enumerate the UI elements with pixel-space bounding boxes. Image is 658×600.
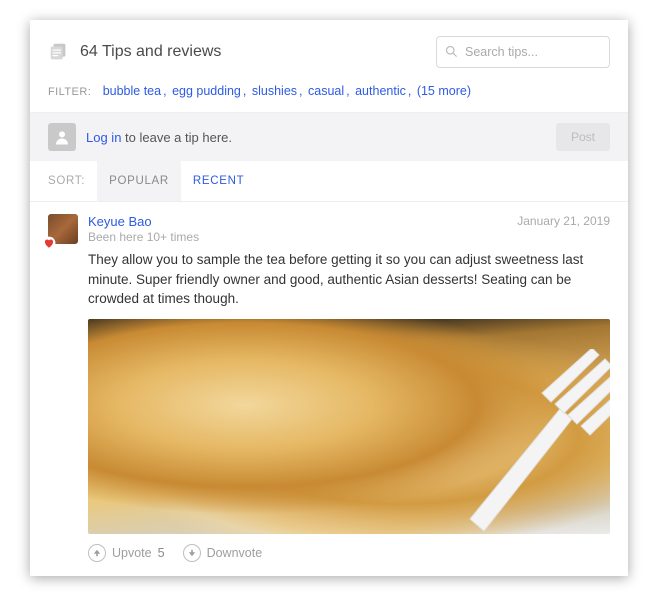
filter-link[interactable]: egg pudding [172,84,241,98]
tip-subtitle: Been here 10+ times [88,230,507,244]
sort-bar: SORT: POPULAR RECENT [30,161,628,202]
tips-panel: 64 Tips and reviews FILTER: bubble tea, … [30,20,628,576]
tip-header: Keyue Bao Been here 10+ times January 21… [48,214,610,244]
panel-header: 64 Tips and reviews [30,20,628,80]
upvote-count: 5 [158,546,165,560]
filter-label: FILTER: [48,86,91,98]
filter-link[interactable]: casual [308,84,344,98]
user-avatar-placeholder [48,123,76,151]
downvote-button[interactable]: Downvote [183,544,263,562]
filter-link[interactable]: bubble tea [103,84,161,98]
tip-date: January 21, 2019 [517,214,610,244]
tab-popular[interactable]: POPULAR [97,161,181,201]
heart-icon [42,236,56,250]
arrow-up-icon [88,544,106,562]
login-prompt: Log in to leave a tip here. [86,130,546,145]
login-bar: Log in to leave a tip here. Post [30,113,628,161]
login-link[interactable]: Log in [86,130,121,145]
tip-actions: Upvote 5 Downvote [88,544,610,562]
upvote-button[interactable]: Upvote 5 [88,544,165,562]
tip-author[interactable]: Keyue Bao [88,214,507,229]
tip-text: They allow you to sample the tea before … [88,250,610,309]
search-icon [445,45,457,60]
tip-item: Keyue Bao Been here 10+ times January 21… [30,202,628,576]
post-button[interactable]: Post [556,123,610,151]
filter-link[interactable]: slushies [252,84,297,98]
tips-icon [48,41,70,63]
filter-row: FILTER: bubble tea, egg pudding, slushie… [30,80,628,113]
fork-icon [440,349,610,534]
filter-link[interactable]: authentic [355,84,406,98]
arrow-down-icon [183,544,201,562]
upvote-label: Upvote [112,546,152,560]
search-box[interactable] [436,36,610,68]
search-input[interactable] [463,44,601,60]
tip-meta: Keyue Bao Been here 10+ times [88,214,507,244]
filter-more[interactable]: (15 more) [417,84,471,98]
login-suffix: to leave a tip here. [121,130,232,145]
downvote-label: Downvote [207,546,263,560]
sort-label: SORT: [48,175,85,187]
tip-photo[interactable] [88,319,610,534]
page-title: 64 Tips and reviews [80,43,426,61]
avatar[interactable] [48,214,78,244]
tab-recent[interactable]: RECENT [181,161,256,201]
